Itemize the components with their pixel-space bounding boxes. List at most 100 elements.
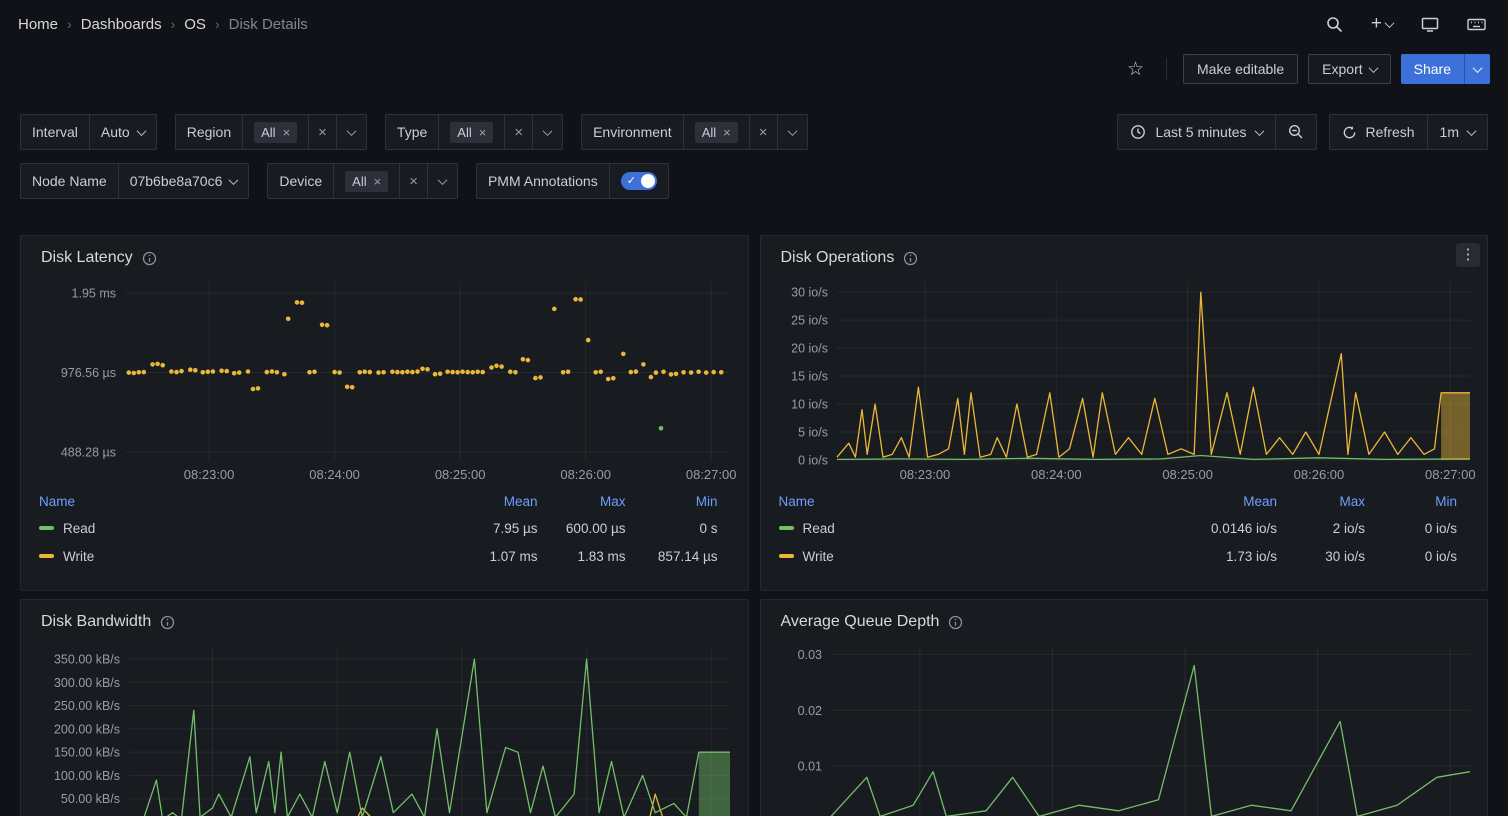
average-queue-depth-chart[interactable]: 0.030.020.0108:23:0008:24:0008:25:0008:2… (773, 638, 1476, 816)
info-icon[interactable] (160, 615, 175, 630)
chevron-down-icon (1467, 126, 1477, 136)
filter-type-clear[interactable]: × (504, 115, 532, 149)
keyboard-icon[interactable] (1463, 12, 1490, 36)
disk-operations-chart[interactable]: 30 io/s25 io/s20 io/s15 io/s10 io/s5 io/… (773, 274, 1476, 486)
legend: Name Mean Max Min Read 7.95 µs 600.00 µs… (33, 488, 736, 570)
svg-text:150.00 kB/s: 150.00 kB/s (54, 746, 120, 760)
legend-header-max[interactable]: Max (538, 494, 626, 509)
filter-region-dropdown[interactable] (336, 115, 366, 149)
legend-header-name[interactable]: Name (779, 494, 1168, 509)
disk-latency-chart[interactable]: 1.95 ms976.56 µs488.28 µs08:23:0008:24:0… (33, 274, 736, 486)
breadcrumb-separator: › (215, 16, 220, 32)
svg-text:350.00 kB/s: 350.00 kB/s (54, 653, 120, 667)
panel-menu-button[interactable]: ⋮ (1456, 243, 1480, 267)
filter-interval-value[interactable]: Auto (89, 115, 156, 149)
make-editable-button[interactable]: Make editable (1183, 54, 1298, 84)
check-icon: ✓ (627, 174, 636, 188)
info-icon[interactable] (903, 251, 918, 266)
legend-header-name[interactable]: Name (39, 494, 428, 509)
legend-row-write: Write 1.73 io/s 30 io/s 0 io/s (779, 542, 1470, 570)
legend-series-write[interactable]: Write (39, 549, 428, 564)
chevron-down-icon (1385, 18, 1395, 28)
legend-mean-value: 1.07 ms (428, 549, 538, 564)
legend-series-read[interactable]: Read (39, 521, 428, 536)
refresh-button[interactable]: Refresh (1330, 115, 1427, 149)
filter-node-name-value[interactable]: 07b6be8a70c6 (118, 164, 249, 198)
share-dropdown-button[interactable] (1464, 54, 1490, 84)
breadcrumb-os[interactable]: OS (184, 16, 206, 33)
refresh-interval-dropdown[interactable]: 1m (1427, 115, 1487, 149)
zoom-out-button[interactable] (1275, 115, 1316, 149)
toolbar-divider (1166, 58, 1167, 80)
svg-text:08:23:00: 08:23:00 (184, 467, 235, 482)
breadcrumb-dashboards[interactable]: Dashboards (81, 16, 162, 33)
filter-interval: Interval Auto (20, 114, 157, 150)
svg-text:08:27:00: 08:27:00 (1424, 467, 1475, 482)
disk-bandwidth-chart[interactable]: 350.00 kB/s300.00 kB/s250.00 kB/s200.00 … (33, 638, 736, 816)
top-nav: Home › Dashboards › OS › Disk Details + (0, 0, 1508, 48)
breadcrumb: Home › Dashboards › OS › Disk Details (18, 16, 308, 33)
filter-device-dropdown[interactable] (427, 164, 457, 198)
breadcrumb-current-page: Disk Details (229, 16, 308, 33)
add-new-icon[interactable]: + (1367, 13, 1397, 35)
legend-min-value: 857.14 µs (626, 549, 718, 564)
panel-title[interactable]: Average Queue Depth (781, 613, 940, 631)
filter-region-chip[interactable]: All × (254, 122, 297, 143)
chevron-down-icon (229, 175, 239, 185)
filter-type-dropdown[interactable] (532, 115, 562, 149)
svg-text:10 io/s: 10 io/s (791, 398, 828, 412)
search-icon[interactable] (1322, 12, 1347, 37)
legend-row-read: Read 0.0146 io/s 2 io/s 0 io/s (779, 514, 1470, 542)
star-icon[interactable]: ☆ (1121, 58, 1150, 81)
legend-min-value: 0 io/s (1365, 549, 1457, 564)
legend-series-write[interactable]: Write (779, 549, 1168, 564)
filter-environment-clear[interactable]: × (749, 115, 777, 149)
svg-text:976.56 µs: 976.56 µs (61, 366, 116, 380)
close-icon[interactable]: × (723, 125, 731, 140)
close-icon[interactable]: × (479, 125, 487, 140)
legend-max-value: 2 io/s (1277, 521, 1365, 536)
legend-mean-value: 0.0146 io/s (1167, 521, 1277, 536)
legend-series-read[interactable]: Read (779, 521, 1168, 536)
monitor-icon[interactable] (1417, 12, 1443, 37)
filter-region-clear[interactable]: × (308, 115, 336, 149)
svg-text:5 io/s: 5 io/s (798, 426, 828, 440)
info-icon[interactable] (948, 615, 963, 630)
panel-title[interactable]: Disk Bandwidth (41, 613, 151, 631)
filter-type-chip[interactable]: All × (450, 122, 493, 143)
legend-mean-value: 1.73 io/s (1167, 549, 1277, 564)
legend-min-value: 0 io/s (1365, 521, 1457, 536)
close-icon[interactable]: × (283, 125, 291, 140)
svg-text:0 io/s: 0 io/s (798, 454, 828, 468)
chevron-down-icon (438, 175, 448, 185)
panel-disk-operations: ⋮ Disk Operations 30 io/s25 io/s20 io/s1… (760, 235, 1489, 591)
share-button[interactable]: Share (1401, 54, 1464, 84)
pmm-annotations-toggle[interactable]: ✓ (621, 172, 657, 190)
time-range-picker[interactable]: Last 5 minutes (1118, 115, 1274, 149)
filter-device-chip[interactable]: All × (345, 171, 388, 192)
chevron-down-icon (1254, 126, 1264, 136)
legend-header-min[interactable]: Min (1365, 494, 1457, 509)
filter-environment-chip[interactable]: All × (695, 122, 738, 143)
filter-environment-dropdown[interactable] (777, 115, 807, 149)
svg-text:08:25:00: 08:25:00 (435, 467, 486, 482)
top-nav-actions: + (1322, 12, 1490, 37)
export-button[interactable]: Export (1308, 54, 1390, 84)
panel-title[interactable]: Disk Operations (781, 249, 895, 267)
legend-header-mean[interactable]: Mean (1167, 494, 1277, 509)
breadcrumb-separator: › (171, 16, 176, 32)
refresh-icon (1342, 125, 1357, 140)
breadcrumb-home[interactable]: Home (18, 16, 58, 33)
filter-device-label: Device (268, 164, 333, 198)
close-icon[interactable]: × (374, 174, 382, 189)
grafana-dashboard: Home › Dashboards › OS › Disk Details + (0, 0, 1508, 816)
panel-title[interactable]: Disk Latency (41, 249, 133, 267)
info-icon[interactable] (142, 251, 157, 266)
legend-header-max[interactable]: Max (1277, 494, 1365, 509)
legend-header-mean[interactable]: Mean (428, 494, 538, 509)
legend-row-read: Read 7.95 µs 600.00 µs 0 s (39, 514, 730, 542)
filter-device-clear[interactable]: × (399, 164, 427, 198)
svg-text:250.00 kB/s: 250.00 kB/s (54, 699, 120, 713)
chevron-down-icon (346, 126, 356, 136)
legend-header-min[interactable]: Min (626, 494, 718, 509)
